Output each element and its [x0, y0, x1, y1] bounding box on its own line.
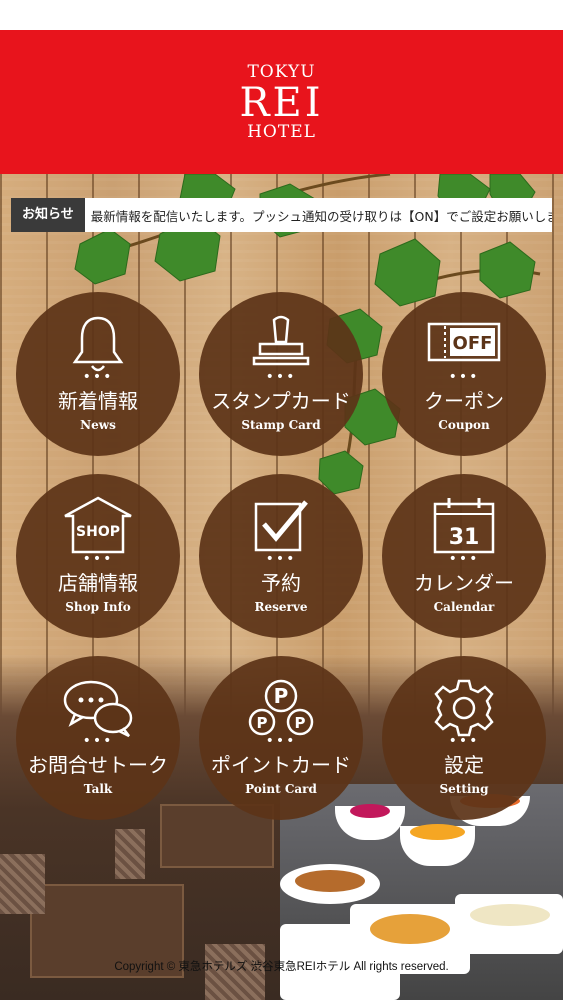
chat-bubbles-icon: [63, 680, 133, 738]
shop-icon: SHOP: [64, 496, 132, 554]
dots-separator: •••: [265, 369, 297, 385]
logo-line-3: HOTEL: [247, 121, 316, 142]
menu-label-jp: スタンプカード: [211, 389, 351, 413]
menu-label-en: Shop Info: [65, 600, 131, 614]
menu-label-en: News: [80, 418, 116, 432]
checkbox-icon: [254, 500, 308, 552]
logo-line-1: TOKYU: [247, 61, 316, 82]
menu-shop-info[interactable]: SHOP ••• 店舗情報 Shop Info: [16, 474, 180, 638]
menu-label-jp: ポイントカード: [211, 753, 351, 777]
points-icon-text: P: [295, 714, 306, 732]
dots-separator: •••: [448, 369, 480, 385]
stamp-icon: [252, 315, 310, 366]
menu-label-jp: 設定: [444, 753, 484, 777]
menu-setting[interactable]: ••• 設定 Setting: [382, 656, 546, 820]
menu-label-en: Setting: [439, 782, 489, 796]
menu-label-en: Calendar: [433, 600, 495, 614]
menu-stamp-card[interactable]: ••• スタンプカード Stamp Card: [199, 292, 363, 456]
menu-label-en: Reserve: [254, 600, 308, 614]
menu-label-jp: カレンダー: [414, 571, 514, 595]
notice-ticker[interactable]: お知らせ 最新情報を配信いたします。プッシュ通知の受け取りは【ON】でご設定お願…: [11, 198, 552, 232]
bell-icon: [72, 316, 124, 372]
menu-calendar[interactable]: 31 ••• カレンダー Calendar: [382, 474, 546, 638]
gear-icon: [434, 679, 494, 737]
dots-separator: •••: [82, 551, 114, 567]
dots-separator: •••: [82, 369, 114, 385]
dots-separator: •••: [265, 551, 297, 567]
food: [295, 870, 365, 892]
menu-point-card[interactable]: P P P ••• ポイントカード Point Card: [199, 656, 363, 820]
points-icon: P P P: [248, 679, 314, 736]
food: [470, 904, 550, 926]
dots-separator: •••: [448, 551, 480, 567]
menu-label-jp: 新着情報: [58, 389, 138, 413]
menu-label-jp: クーポン: [424, 389, 504, 413]
menu-label-jp: 予約: [261, 571, 301, 595]
menu-label-en: Stamp Card: [241, 418, 321, 432]
calendar-icon-text: 31: [449, 525, 480, 550]
logo-line-2: REI: [239, 79, 324, 126]
food: [410, 824, 465, 840]
notice-text: 最新情報を配信いたします。プッシュ通知の受け取りは【ON】でご設定お願いします。: [90, 208, 552, 224]
menu-news[interactable]: ••• 新着情報 News: [16, 292, 180, 456]
menu-label-en: Coupon: [438, 418, 490, 432]
dots-separator: •••: [82, 733, 114, 749]
dots-separator: •••: [265, 733, 297, 749]
menu-talk[interactable]: ••• お問合せトーク Talk: [16, 656, 180, 820]
menu-label-jp: 店舗情報: [58, 571, 138, 595]
menu-coupon[interactable]: OFF ••• クーポン Coupon: [382, 292, 546, 456]
copyright-text: Copyright © 東急ホテルズ 渋谷東急REIホテル All rights…: [114, 961, 449, 973]
hotel-logo: TOKYU REI HOTEL: [239, 61, 324, 142]
calendar-icon: 31: [433, 498, 495, 554]
chair: [0, 854, 45, 914]
chair: [115, 829, 145, 879]
notice-label: お知らせ: [11, 198, 85, 232]
dots-separator: •••: [448, 733, 480, 749]
points-icon-text: P: [274, 684, 289, 708]
app-header: TOKYU REI HOTEL: [0, 30, 563, 174]
coupon-off-icon: OFF: [427, 322, 501, 362]
menu-label-jp: お問合せトーク: [28, 753, 168, 777]
menu-label-en: Talk: [83, 782, 113, 796]
points-icon-text: P: [257, 714, 268, 732]
menu-label-en: Point Card: [245, 782, 317, 796]
shop-icon-text: SHOP: [76, 524, 120, 540]
coupon-icon-text: OFF: [453, 333, 493, 354]
food: [350, 804, 390, 818]
food: [370, 914, 450, 944]
menu-reserve[interactable]: ••• 予約 Reserve: [199, 474, 363, 638]
status-bar: [0, 0, 563, 30]
